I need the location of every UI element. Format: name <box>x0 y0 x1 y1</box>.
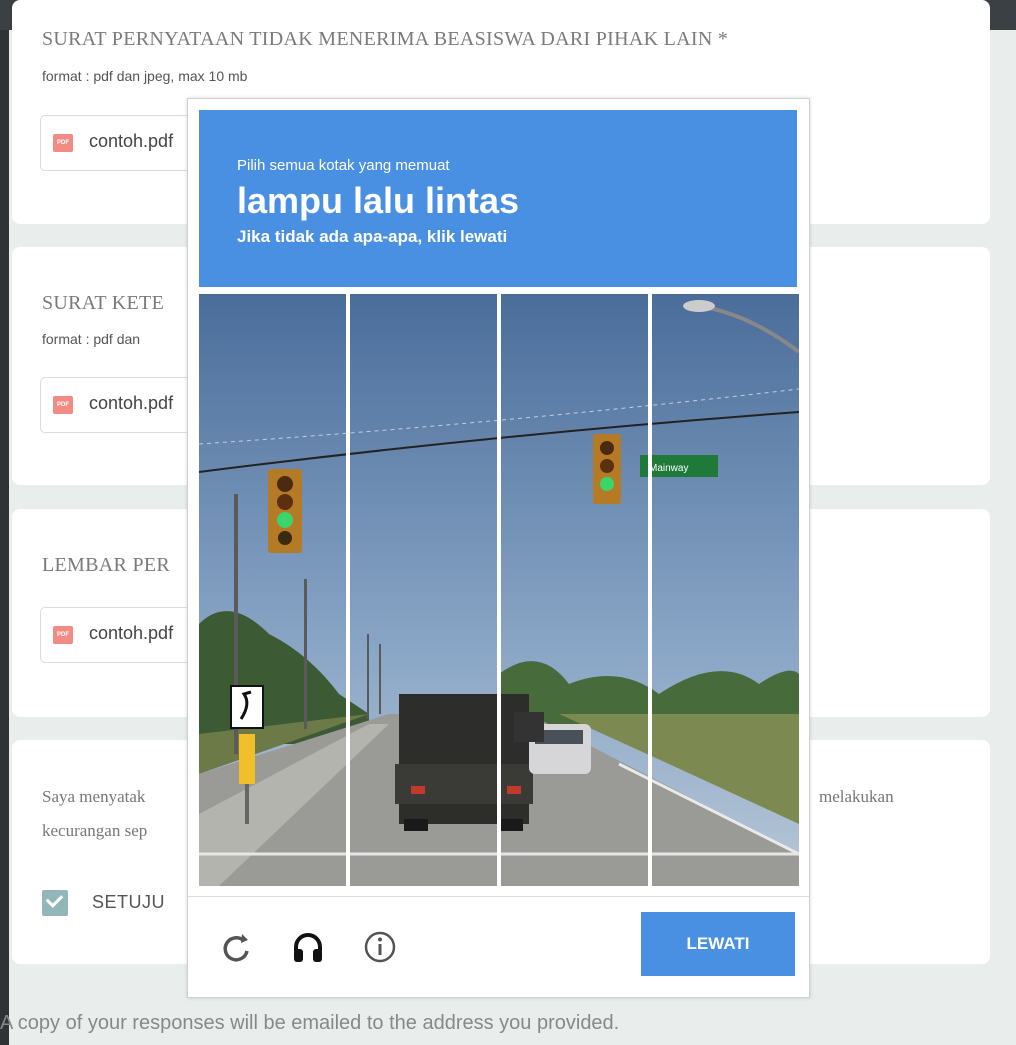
check-icon <box>45 890 64 908</box>
reload-icon[interactable] <box>216 927 256 967</box>
footer-note: A copy of your responses will be emailed… <box>0 1012 620 1034</box>
captcha-target: lampu lalu lintas <box>237 180 520 221</box>
file-name: contoh.pdf <box>89 131 174 151</box>
pdf-file-icon: PDF <box>53 396 73 414</box>
captcha-subtext: Jika tidak ada apa-apa, klik lewati <box>237 227 508 246</box>
captcha-image-grid: Mainway <box>199 294 799 886</box>
agree-label: SETUJU <box>92 892 166 912</box>
format-hint: format : pdf dan <box>42 331 141 347</box>
question-title: SURAT KETE <box>42 292 165 314</box>
captcha-instruction: Pilih semua kotak yang memuat <box>237 157 450 174</box>
captcha-tile-1[interactable] <box>199 294 346 886</box>
declaration-text-line1: Saya menyatak <box>42 787 146 806</box>
agree-checkbox[interactable] <box>42 890 68 916</box>
file-name: contoh.pdf <box>89 623 174 643</box>
captcha-header: Pilih semua kotak yang memuat lampu lalu… <box>199 110 797 287</box>
captcha-tile-4[interactable] <box>652 294 799 886</box>
left-border <box>0 30 9 1045</box>
captcha-tile-2[interactable] <box>350 294 497 886</box>
question-title: SURAT PERNYATAAN TIDAK MENERIMA BEASISWA… <box>42 28 729 50</box>
pdf-file-icon: PDF <box>53 134 73 152</box>
question-title: LEMBAR PER <box>42 554 171 576</box>
audio-headphones-icon[interactable] <box>288 927 328 967</box>
captcha-footer: LEWATI <box>188 896 809 998</box>
pdf-file-icon: PDF <box>53 626 73 644</box>
format-hint: format : pdf dan jpeg, max 10 mb <box>42 68 248 84</box>
skip-button[interactable]: LEWATI <box>641 912 795 976</box>
info-icon[interactable] <box>360 927 400 967</box>
captcha-challenge: Pilih semua kotak yang memuat lampu lalu… <box>187 98 810 998</box>
captcha-tile-3[interactable] <box>501 294 648 886</box>
declaration-text-line2: kecurangan sep <box>42 821 148 840</box>
file-name: contoh.pdf <box>89 393 174 413</box>
declaration-text-line1-end: melakukan <box>819 787 894 806</box>
